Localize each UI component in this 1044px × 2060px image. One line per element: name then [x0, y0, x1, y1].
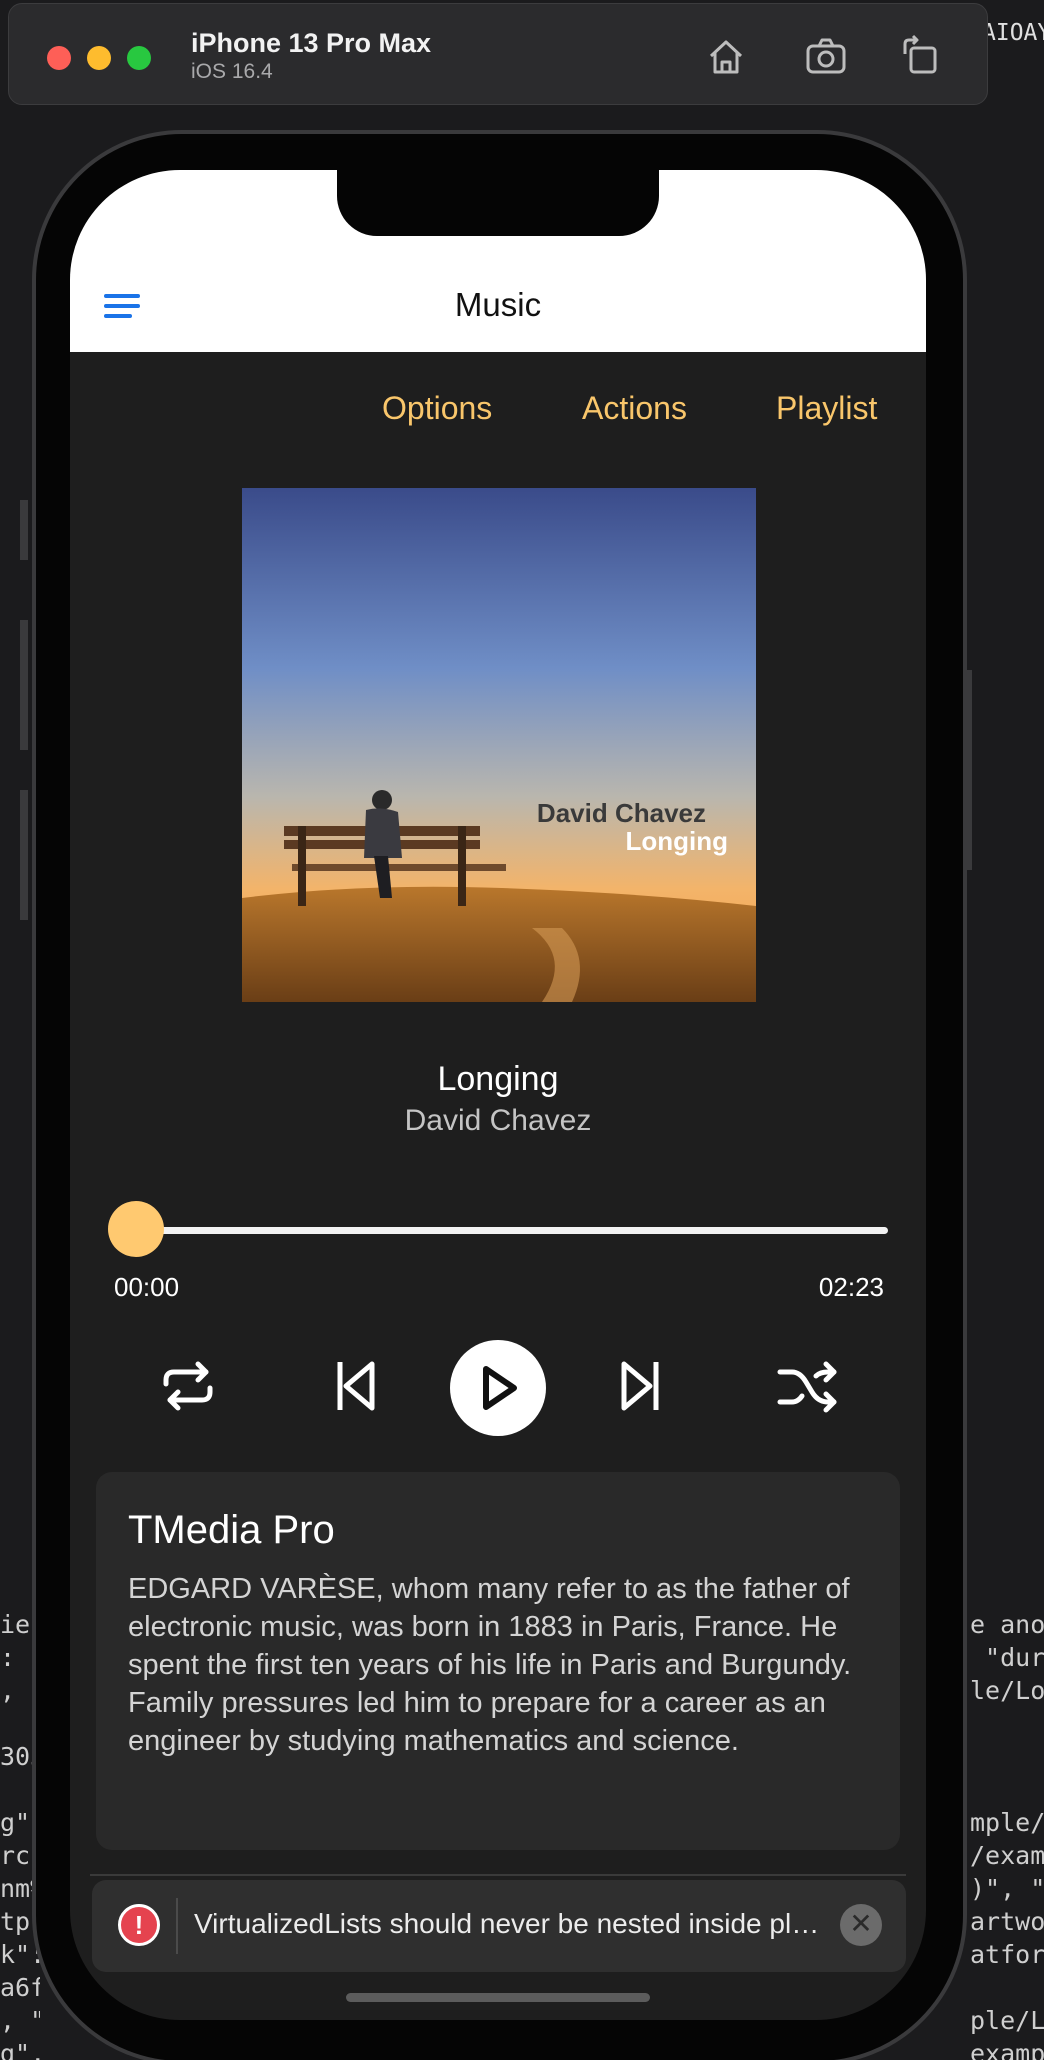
tab-playlist[interactable]: Playlist	[776, 390, 877, 427]
warning-toast[interactable]: ! VirtualizedLists should never be neste…	[92, 1880, 906, 1972]
warning-message: VirtualizedLists should never be nested …	[194, 1908, 834, 1939]
song-title: Longing	[437, 1060, 559, 1098]
toast-separator	[176, 1898, 178, 1954]
play-button[interactable]	[450, 1340, 546, 1436]
progress-track[interactable]	[110, 1227, 888, 1234]
song-artist: David Chavez	[404, 1104, 592, 1137]
error-icon: !	[118, 1904, 160, 1946]
album-art-image	[242, 488, 756, 1002]
skip-forward-icon[interactable]	[600, 1346, 680, 1426]
close-window-button[interactable]	[47, 46, 71, 70]
info-title: TMedia Pro	[128, 1508, 335, 1552]
minimize-window-button[interactable]	[87, 46, 111, 70]
current-time: 00:00	[114, 1272, 180, 1302]
top-tabs: Options Actions Playlist	[70, 390, 926, 440]
background-text: AIOAY	[982, 20, 1044, 46]
notch	[337, 170, 659, 236]
tab-actions[interactable]: Actions	[582, 390, 687, 427]
play-icon	[483, 1366, 517, 1410]
zoom-window-button[interactable]	[127, 46, 151, 70]
repeat-icon[interactable]	[148, 1346, 228, 1426]
info-description: EDGARD VARÈSE, whom many refer to as the…	[128, 1573, 852, 1757]
simulator-window-bar: iPhone 13 Pro Max iOS 16.4	[8, 3, 988, 105]
rotate-icon[interactable]	[897, 34, 943, 78]
album-cover: David Chavez Longing	[242, 488, 756, 1002]
progress-thumb[interactable]	[108, 1201, 164, 1257]
background-code-right: e anot "dura le/Lon mple/L /examp )", " …	[970, 1610, 1044, 2060]
shuffle-icon[interactable]	[768, 1346, 848, 1426]
screenshot-icon[interactable]	[803, 34, 849, 78]
divider	[90, 1874, 906, 1876]
cover-title-text: Longing	[625, 826, 728, 856]
background-edge	[20, 790, 28, 920]
home-icon[interactable]	[703, 34, 749, 78]
device-name: iPhone 13 Pro Max	[191, 28, 432, 58]
background-edge	[20, 620, 28, 750]
background-edge	[20, 500, 28, 560]
cover-artist-text: David Chavez	[536, 798, 706, 828]
info-card: TMedia Pro EDGARD VARÈSE, whom many refe…	[96, 1472, 900, 1850]
home-indicator[interactable]	[346, 1993, 650, 2002]
page-title: Music	[454, 286, 542, 323]
os-version: iOS 16.4	[191, 60, 273, 83]
skip-back-icon[interactable]	[316, 1346, 396, 1426]
duration: 02:23	[818, 1272, 884, 1302]
tab-options[interactable]: Options	[382, 390, 492, 427]
close-icon[interactable]: ✕	[840, 1904, 882, 1946]
phone-screen: Music Options Actions Playlist David Cha…	[70, 170, 926, 2020]
